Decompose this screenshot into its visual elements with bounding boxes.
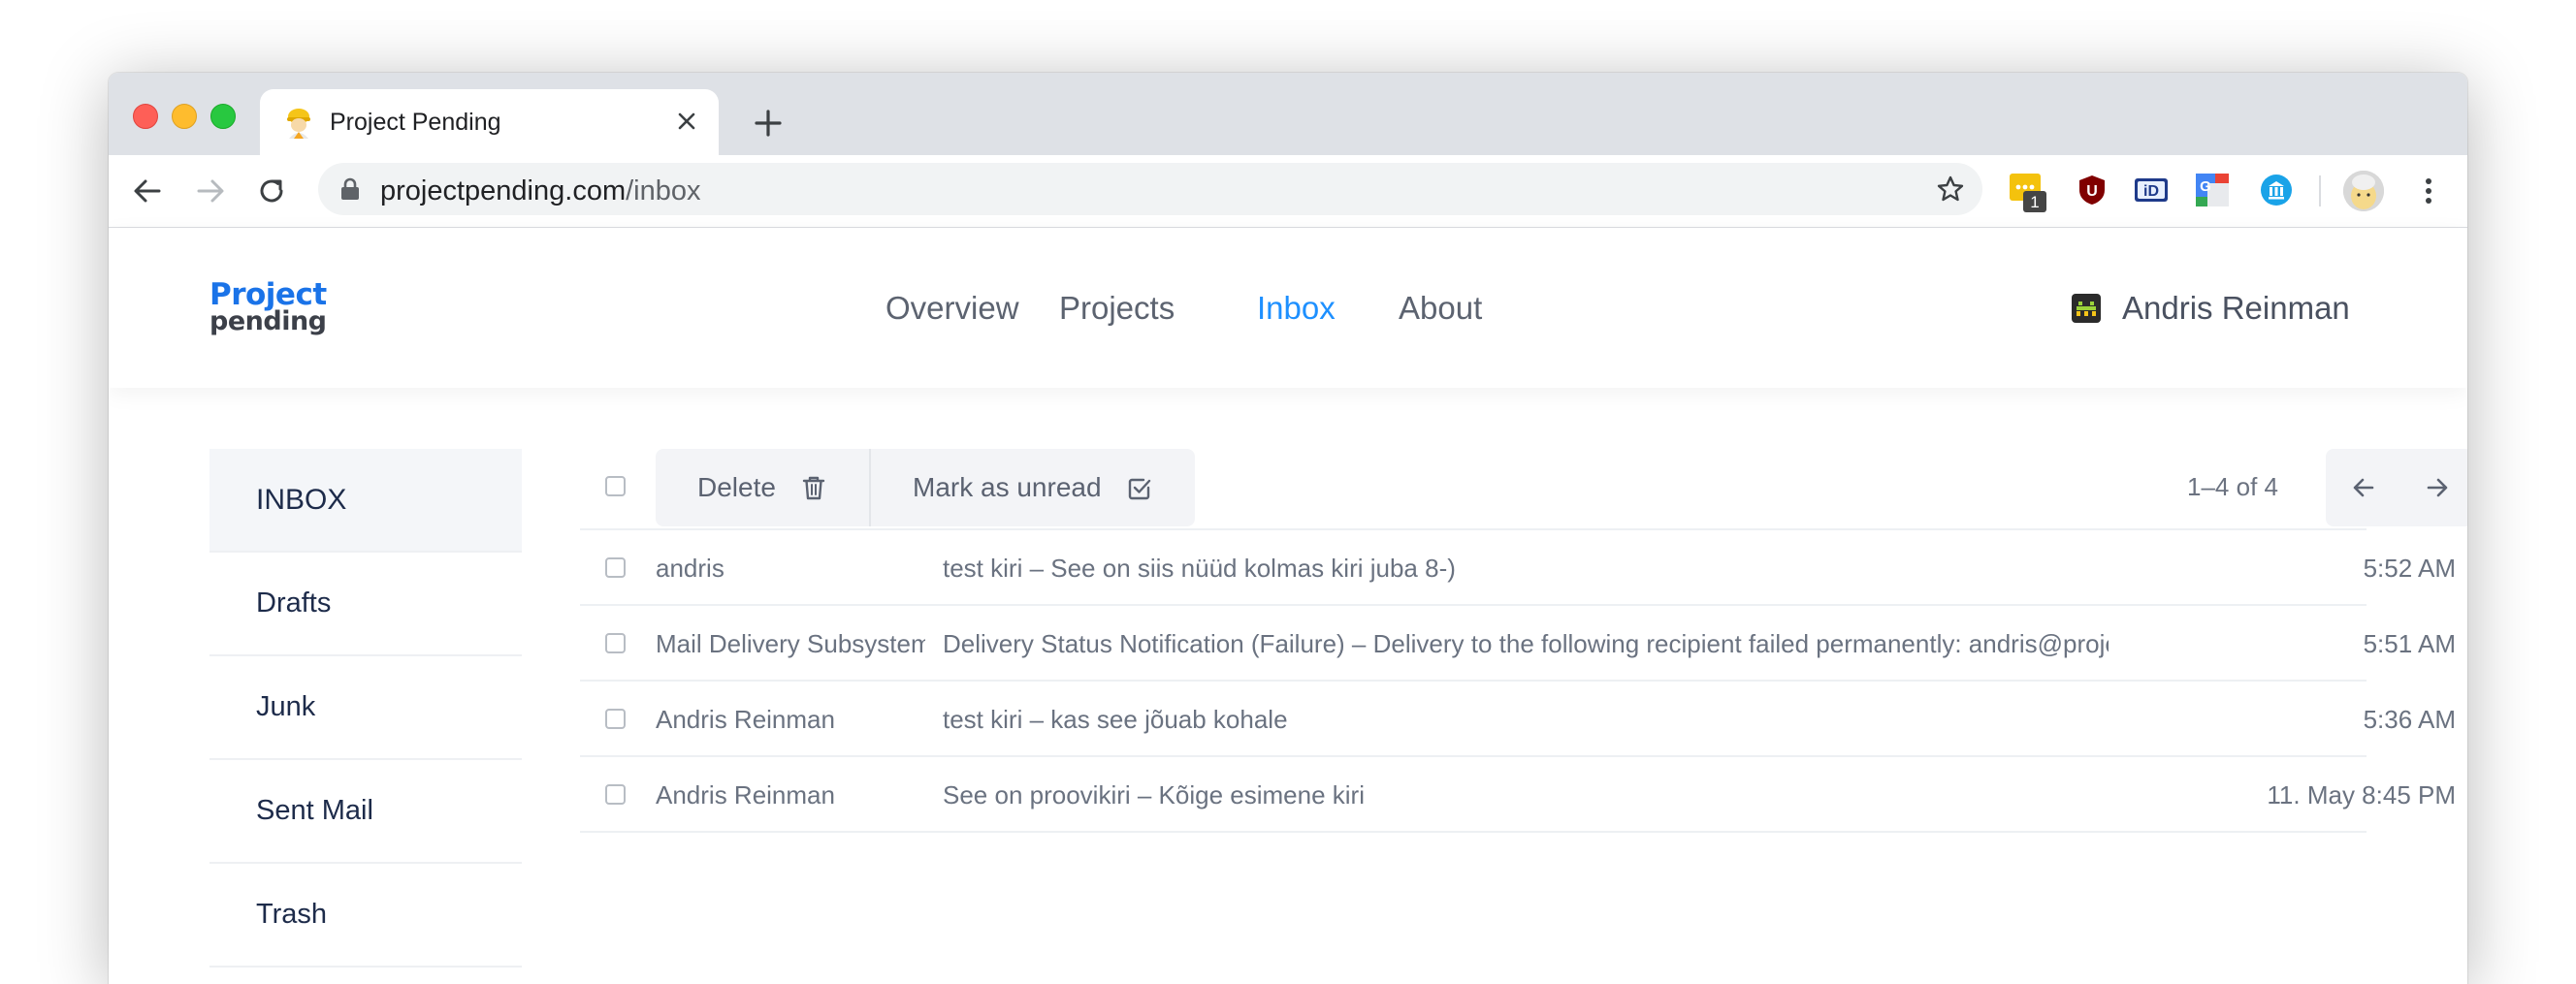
row-checkbox[interactable] bbox=[605, 709, 626, 729]
url-path: /inbox bbox=[626, 175, 701, 206]
user-name: Andris Reinman bbox=[2122, 290, 2350, 326]
mail-sender: Mail Delivery Subsystem bbox=[656, 629, 925, 658]
mail-content: Delete Mark as unread 1–4 of 4 andris te… bbox=[580, 449, 2467, 833]
logo-top-text: Project bbox=[209, 277, 327, 312]
delete-label: Delete bbox=[697, 472, 776, 502]
folder-label: Sent Mail bbox=[256, 795, 373, 826]
extension-badge-count: 1 bbox=[2030, 193, 2039, 211]
select-all-checkbox[interactable] bbox=[605, 476, 626, 496]
browser-tab[interactable]: Project Pending bbox=[260, 89, 719, 155]
pagination-info: 1–4 of 4 bbox=[2187, 472, 2278, 501]
bank-extension-icon[interactable] bbox=[2260, 174, 2293, 206]
mail-row[interactable]: Andris Reinman test kiri – kas see jõuab… bbox=[580, 682, 2456, 757]
new-tab-plus-icon[interactable] bbox=[751, 106, 786, 141]
address-bar[interactable]: projectpending.com/inbox bbox=[318, 163, 1982, 215]
mail-sender: Andris Reinman bbox=[656, 780, 835, 809]
id-extension-icon[interactable]: iD bbox=[2134, 174, 2168, 206]
tab-strip: Project Pending bbox=[109, 73, 2467, 155]
row-checkbox[interactable] bbox=[605, 633, 626, 653]
site-header: Project pending Overview Projects Inbox … bbox=[109, 228, 2467, 388]
folder-label: Junk bbox=[256, 691, 316, 722]
nav-overview[interactable]: Overview bbox=[886, 290, 1019, 327]
mail-sender: andris bbox=[656, 554, 724, 583]
folder-inbox[interactable]: INBOX bbox=[209, 449, 522, 553]
folder-trash[interactable]: Trash bbox=[209, 864, 522, 968]
url-text: projectpending.com/inbox bbox=[380, 175, 701, 207]
next-page-button[interactable] bbox=[2399, 449, 2467, 526]
user-avatar-icon bbox=[2072, 294, 2101, 323]
mail-subject: test kiri – See on siis nüüd kolmas kiri… bbox=[943, 554, 1456, 583]
mail-time: 5:36 AM bbox=[2363, 705, 2456, 734]
pagination-buttons bbox=[2326, 449, 2467, 526]
previous-page-button[interactable] bbox=[2326, 449, 2399, 526]
ublock-icon[interactable]: U bbox=[2076, 174, 2109, 206]
extension-chat-icon[interactable]: 1 bbox=[2010, 174, 2046, 212]
folder-sidebar: INBOX Drafts Junk Sent Mail Trash bbox=[209, 449, 522, 968]
mail-sender: Andris Reinman bbox=[656, 705, 835, 734]
nav-inbox[interactable]: Inbox bbox=[1257, 290, 1336, 327]
minimize-window-button[interactable] bbox=[172, 104, 197, 129]
checkbox-check-icon bbox=[1128, 478, 1150, 500]
folder-label: Drafts bbox=[256, 587, 332, 619]
mail-time: 11. May 8:45 PM bbox=[2267, 780, 2456, 809]
id-extension-label: iD bbox=[2143, 183, 2159, 200]
row-checkbox[interactable] bbox=[605, 557, 626, 578]
google-translate-icon[interactable]: G bbox=[2196, 174, 2229, 206]
mail-row[interactable]: andris test kiri – See on siis nüüd kolm… bbox=[580, 530, 2456, 606]
mail-action-bar: Delete Mark as unread 1–4 of 4 bbox=[580, 449, 2467, 530]
row-checkbox[interactable] bbox=[605, 784, 626, 805]
lock-icon bbox=[341, 177, 359, 200]
mail-subject: Delivery Status Notification (Failure) –… bbox=[943, 629, 2109, 658]
arrow-left-icon bbox=[2353, 478, 2374, 497]
mark-unread-button[interactable]: Mark as unread bbox=[871, 449, 1195, 526]
toolbar-divider bbox=[2319, 175, 2321, 206]
logo-bottom-text: pending bbox=[209, 306, 327, 336]
folder-label: Trash bbox=[256, 899, 328, 930]
trash-icon bbox=[802, 476, 825, 500]
close-window-button[interactable] bbox=[133, 104, 158, 129]
folder-sent-mail[interactable]: Sent Mail bbox=[209, 760, 522, 864]
folder-drafts[interactable]: Drafts bbox=[209, 553, 522, 656]
folder-label: INBOX bbox=[256, 483, 347, 516]
kebab-menu-icon[interactable] bbox=[2417, 173, 2440, 209]
arrow-right-icon bbox=[2427, 478, 2448, 497]
bookmark-star-icon[interactable] bbox=[1936, 175, 1965, 204]
reload-icon[interactable] bbox=[254, 174, 289, 208]
forward-arrow-icon[interactable] bbox=[193, 174, 228, 208]
mail-action-buttons: Delete Mark as unread bbox=[656, 449, 1195, 526]
back-arrow-icon[interactable] bbox=[130, 174, 165, 208]
profile-avatar[interactable] bbox=[2343, 171, 2384, 211]
svg-text:G: G bbox=[2200, 178, 2211, 195]
site-logo[interactable]: Project pending bbox=[209, 277, 327, 336]
browser-window: Project Pending projectpending.com/inbox bbox=[109, 73, 2467, 984]
construction-worker-icon bbox=[287, 109, 310, 139]
url-domain: projectpending.com bbox=[380, 175, 627, 206]
mark-unread-label: Mark as unread bbox=[913, 472, 1102, 502]
nav-about[interactable]: About bbox=[1399, 290, 1482, 327]
browser-toolbar: projectpending.com/inbox 1 U iD G bbox=[109, 155, 2467, 228]
nav-projects[interactable]: Projects bbox=[1059, 290, 1175, 327]
mail-time: 5:51 AM bbox=[2363, 629, 2456, 658]
tab-title: Project Pending bbox=[330, 109, 501, 136]
mail-row[interactable]: Mail Delivery Subsystem Delivery Status … bbox=[580, 606, 2456, 682]
mail-subject: See on proovikiri – Kõige esimene kiri bbox=[943, 780, 1365, 809]
mail-row[interactable]: Andris Reinman See on proovikiri – Kõige… bbox=[580, 757, 2456, 833]
maximize-window-button[interactable] bbox=[210, 104, 236, 129]
ublock-letter: U bbox=[2086, 183, 2098, 200]
delete-button[interactable]: Delete bbox=[656, 449, 871, 526]
mail-subject: test kiri – kas see jõuab kohale bbox=[943, 705, 1288, 734]
mail-time: 5:52 AM bbox=[2363, 554, 2456, 583]
tab-close-icon[interactable] bbox=[672, 107, 701, 136]
folder-junk[interactable]: Junk bbox=[209, 656, 522, 760]
